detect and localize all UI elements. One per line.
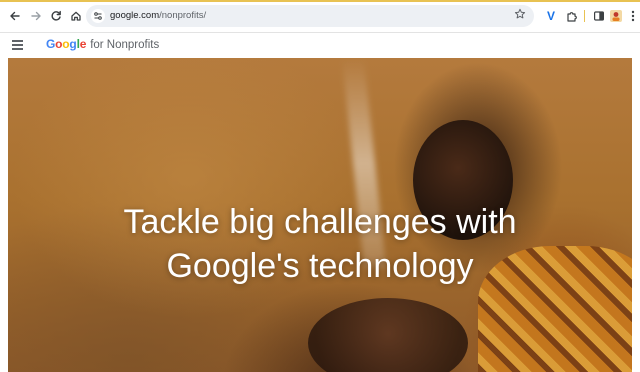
hero-banner: Tackle big challenges with Google's tech…	[8, 58, 632, 372]
site-settings-icon[interactable]	[91, 9, 105, 23]
google-wordmark: Google	[46, 37, 87, 51]
browser-menu-icon[interactable]	[624, 7, 640, 25]
reload-icon[interactable]	[47, 7, 65, 25]
window-accent-line	[0, 0, 640, 2]
url-path: /nonprofits/	[159, 10, 207, 21]
hamburger-menu-icon[interactable]	[12, 40, 23, 50]
url-domain: google.com	[110, 10, 160, 21]
hero-title-line-2: Google's technology	[166, 247, 474, 285]
extension-v-label: V	[546, 9, 555, 23]
home-icon[interactable]	[67, 7, 85, 25]
toolbar-divider	[584, 10, 585, 22]
side-panel-icon[interactable]	[590, 7, 608, 25]
hero-photo-hands	[308, 298, 468, 372]
url-text: google.com/nonprofits/	[110, 10, 206, 21]
bookmark-star-icon[interactable]	[514, 8, 526, 23]
site-header: Google for Nonprofits	[0, 33, 640, 58]
browser-toolbar: google.com/nonprofits/ V	[0, 0, 640, 33]
back-arrow-icon[interactable]	[6, 7, 24, 25]
brand-suffix: for Nonprofits	[90, 39, 160, 51]
hero-title: Tackle big challenges with Google's tech…	[8, 200, 632, 288]
extension-v-icon[interactable]: V	[542, 7, 560, 25]
extensions-puzzle-icon[interactable]	[563, 7, 581, 25]
profile-avatar-icon[interactable]	[607, 7, 625, 25]
hero-title-line-1: Tackle big challenges with	[123, 203, 517, 241]
forward-arrow-icon[interactable]	[27, 7, 45, 25]
site-logo[interactable]: Google for Nonprofits	[46, 38, 159, 52]
address-bar[interactable]: google.com/nonprofits/	[86, 5, 534, 27]
